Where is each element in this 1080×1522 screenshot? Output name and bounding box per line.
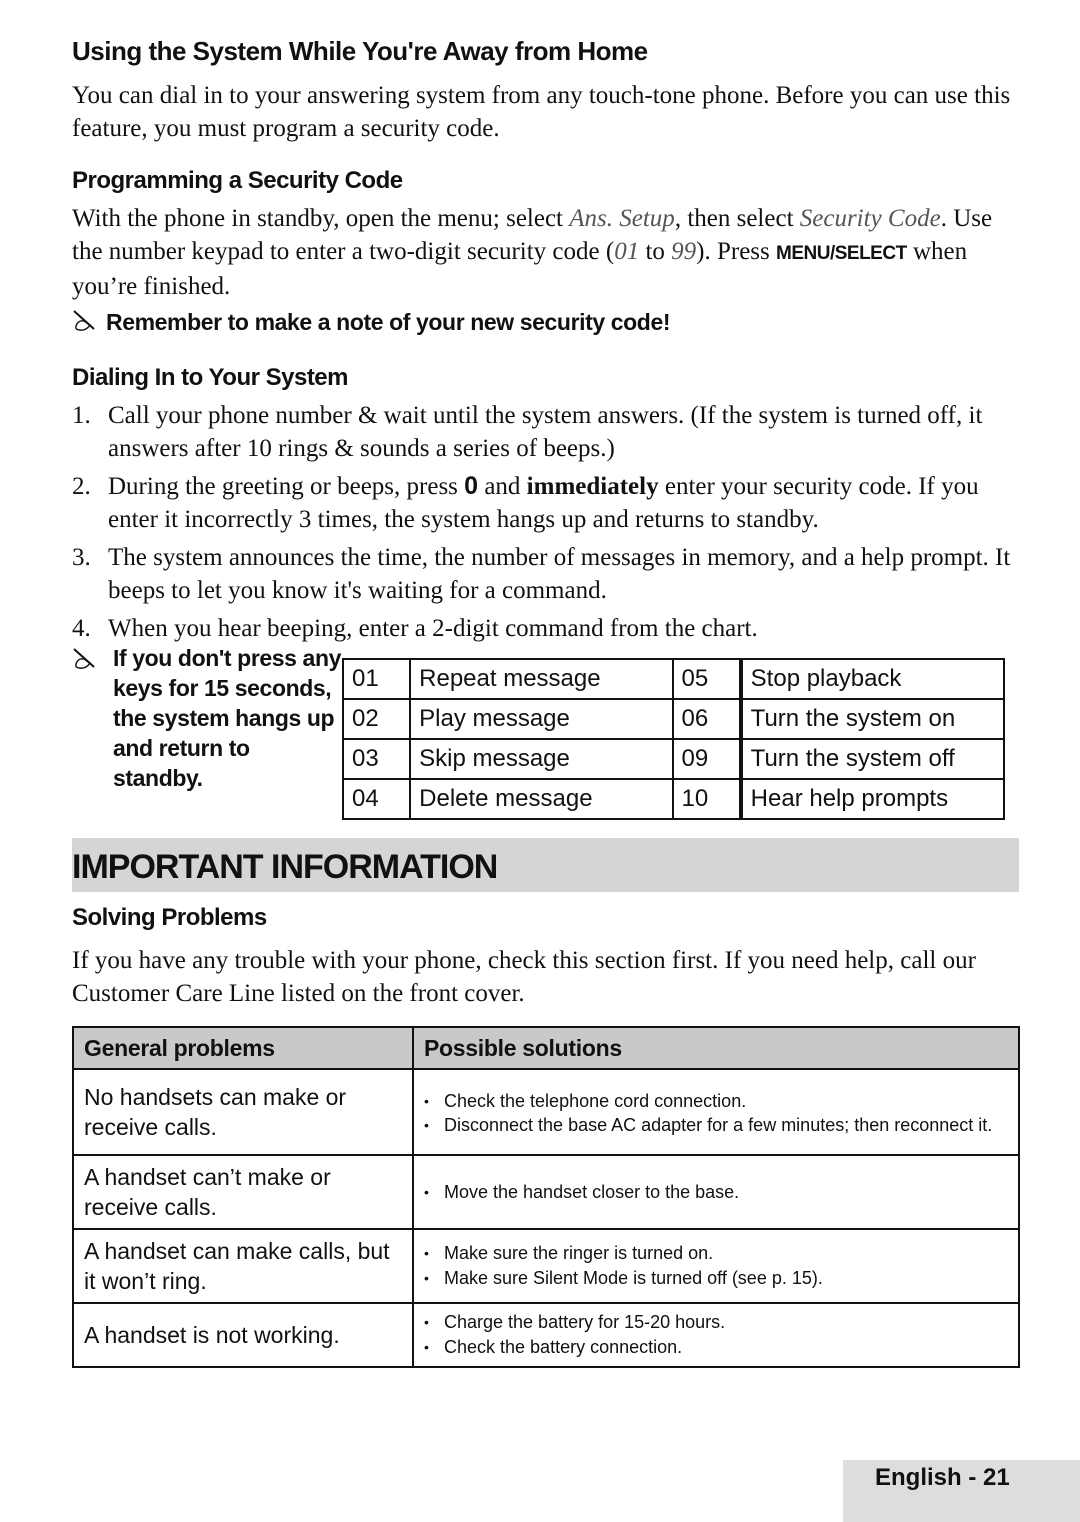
command-code: 10 <box>671 778 742 820</box>
step-text: When you hear beeping, enter a 2-digit c… <box>108 615 758 642</box>
step-text: The system announces the time, the numbe… <box>108 544 1011 604</box>
problems-table: General problems Possible solutions No h… <box>72 1026 1020 1368</box>
dialing-steps: 1. Call your phone number & wait until th… <box>72 399 1022 650</box>
command-code: 04 <box>341 778 412 820</box>
instr-text-1: With the phone in standby, open the menu… <box>72 205 570 232</box>
step-number: 1. <box>72 402 91 429</box>
remote-command-table: 01 Repeat message 05 Stop playback 02 Pl… <box>341 658 1006 820</box>
command-code: 01 <box>341 658 412 700</box>
command-desc: Play message <box>409 698 674 740</box>
bullet-icon: • <box>424 1339 429 1355</box>
command-desc: Hear help prompts <box>738 778 1006 820</box>
header-general-problems: General problems <box>72 1026 414 1070</box>
problem-cell: A handset is not working. <box>72 1302 414 1368</box>
range-to: 99 <box>671 238 697 265</box>
away-from-home-intro: You can dial in to your answering system… <box>72 82 1011 142</box>
command-desc: Repeat message <box>409 658 674 700</box>
banner-title: IMPORTANT INFORMATION <box>72 848 498 886</box>
page-number-label: English - 21 <box>875 1464 1010 1491</box>
command-code: 05 <box>671 658 742 700</box>
header-possible-solutions: Possible solutions <box>412 1026 1020 1070</box>
key-zero: 0 <box>464 472 479 500</box>
timeout-note-text: If you don't press any keys for 15 secon… <box>113 645 341 791</box>
command-desc: Turn the system off <box>738 738 1006 780</box>
command-code: 03 <box>341 738 412 780</box>
command-desc: Stop playback <box>738 658 1006 700</box>
security-code-note-text: Remember to make a note of your new secu… <box>106 309 671 335</box>
solutions-cell: • Make sure the ringer is turned on. • Mak… <box>412 1228 1020 1304</box>
solution-item: • Charge the battery for 15-20 hours. <box>424 1310 1008 1335</box>
instr-text-5: ). Press <box>696 238 776 265</box>
key-menu-select: MENU/SELECT <box>776 243 907 264</box>
bullet-icon: • <box>424 1314 429 1330</box>
solution-item: • Check the battery connection. <box>424 1335 1008 1360</box>
range-from: 01 <box>614 238 640 265</box>
instr-text-2: , then select <box>674 205 800 232</box>
security-code-note: Remember to make a note of your new secu… <box>72 309 671 336</box>
step-number: 2. <box>72 473 91 500</box>
bullet-icon: • <box>424 1245 429 1261</box>
bullet-icon: • <box>424 1270 429 1286</box>
step-number: 3. <box>72 544 91 571</box>
solution-item: • Disconnect the base AC adapter for a fe… <box>424 1114 993 1135</box>
instr-text-4: to <box>639 238 672 265</box>
solving-problems-intro: If you have any trouble with your phone,… <box>72 947 976 1007</box>
command-desc: Delete message <box>409 778 674 820</box>
section-title-away-from-home: Using the System While You're Away from … <box>72 36 648 66</box>
problem-cell: A handset can make calls, but it won’t r… <box>72 1228 414 1304</box>
programming-instructions: With the phone in standby, open the menu… <box>72 202 1017 303</box>
section-title-programming-security-code: Programming a Security Code <box>72 167 403 194</box>
command-desc: Skip message <box>409 738 674 780</box>
pencil-note-icon <box>72 309 100 333</box>
command-row: 01 Repeat message 05 Stop playback <box>341 658 1006 700</box>
step-1: 1. Call your phone number & wait until th… <box>72 399 1022 465</box>
command-row: 04 Delete message 10 Hear help prompts <box>341 778 1006 820</box>
problems-table-header: General problems Possible solutions <box>72 1026 1020 1070</box>
solution-item: • Make sure Silent Mode is turned off (se… <box>424 1266 1008 1291</box>
solutions-cell: • Check the telephone cord connection. • D… <box>412 1068 1020 1156</box>
solution-item: • Make sure the ringer is turned on. <box>424 1241 1008 1266</box>
section-title-solving-problems: Solving Problems <box>72 904 267 931</box>
pencil-note-icon <box>72 647 100 671</box>
solution-item: • Move the handset closer to the base. <box>424 1180 1008 1205</box>
solutions-cell: • Move the handset closer to the base. <box>412 1154 1020 1230</box>
section-title-dialing-in: Dialing In to Your System <box>72 364 349 391</box>
command-code: 06 <box>671 698 742 740</box>
problem-cell: No handsets can make or receive calls. <box>72 1068 414 1156</box>
menu-item-security-code: Security Code <box>799 205 941 232</box>
bullet-icon: • <box>424 1116 429 1133</box>
table-row: A handset can make calls, but it won’t r… <box>72 1228 1020 1304</box>
solution-item: • Check the telephone cord connection. <box>424 1089 1008 1114</box>
step-2: 2. During the greeting or beeps, press 0 … <box>72 470 1022 536</box>
command-code: 09 <box>671 738 742 780</box>
emphasis-immediately: immediately <box>526 473 659 500</box>
step-4: 4. When you hear beeping, enter a 2-digit… <box>72 612 1022 645</box>
command-desc: Turn the system on <box>738 698 1006 740</box>
solutions-cell: • Charge the battery for 15-20 hours. • Ch… <box>412 1302 1020 1368</box>
problem-cell: A handset can’t make or receive calls. <box>72 1154 414 1230</box>
page-footer-tab: English - 21 <box>843 1460 1080 1522</box>
step-text: Call your phone number & wait until the … <box>108 402 983 462</box>
menu-item-ans-setup: Ans. Setup <box>569 205 675 232</box>
command-code: 02 <box>341 698 412 740</box>
step-3: 3. The system announces the time, the num… <box>72 541 1022 607</box>
timeout-note: If you don't press any keys for 15 secon… <box>72 643 342 793</box>
command-row: 02 Play message 06 Turn the system on <box>341 698 1006 740</box>
table-row: A handset is not working. • Charge the ba… <box>72 1302 1020 1368</box>
bullet-icon: • <box>424 1092 429 1109</box>
important-information-banner: IMPORTANT INFORMATION <box>72 838 1019 892</box>
bullet-icon: • <box>424 1183 429 1200</box>
table-row: No handsets can make or receive calls. •… <box>72 1068 1020 1156</box>
step-text: During the greeting or beeps, press <box>108 473 465 500</box>
command-row: 03 Skip message 09 Turn the system off <box>341 738 1006 780</box>
step-text: and <box>478 473 527 500</box>
table-row: A handset can’t make or receive calls. •… <box>72 1154 1020 1230</box>
step-number: 4. <box>72 615 91 642</box>
